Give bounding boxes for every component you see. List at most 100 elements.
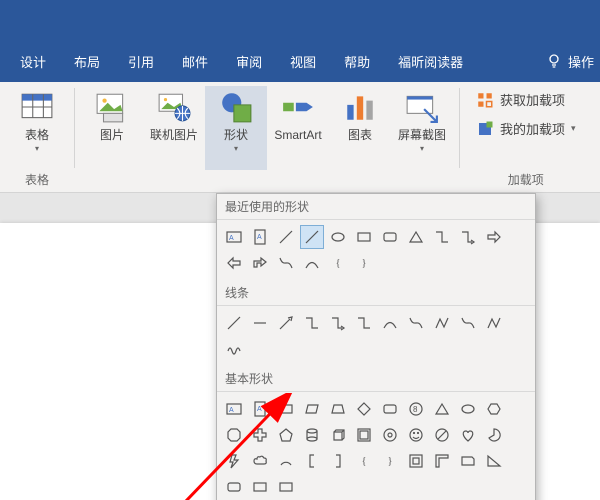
shape-rect[interactable] (248, 475, 272, 499)
shape-rect[interactable] (274, 475, 298, 499)
shape-cloud[interactable] (248, 449, 272, 473)
shape-lbracket[interactable] (300, 449, 324, 473)
shape-elbow[interactable] (300, 311, 324, 335)
tab-foxit[interactable]: 福昕阅读器 (384, 40, 477, 82)
tab-label: 审阅 (236, 52, 262, 71)
shape-curve[interactable] (378, 311, 402, 335)
shape-rbrace[interactable]: } (378, 449, 402, 473)
group-illustrations: 图片 联机图片 形状 ▾ SmartArt 图表 (75, 82, 459, 192)
shapes-icon (219, 90, 253, 124)
table-button[interactable]: 表格 ▾ (6, 86, 68, 170)
window-titlebar (0, 0, 600, 40)
shape-rect[interactable] (274, 397, 298, 421)
shape-trap[interactable] (326, 397, 350, 421)
shape-elbow[interactable] (430, 225, 454, 249)
shape-curve2[interactable] (274, 251, 298, 275)
tab-references[interactable]: 引用 (114, 40, 168, 82)
shape-lineH[interactable] (248, 311, 272, 335)
shape-curve2[interactable] (456, 311, 480, 335)
shape-triangle[interactable] (430, 397, 454, 421)
shape-elbowarr[interactable] (456, 225, 480, 249)
shape-roundrect[interactable] (378, 397, 402, 421)
shape-bevel[interactable] (352, 423, 376, 447)
shape-scribble[interactable] (222, 337, 246, 361)
shape-rbracket[interactable] (326, 449, 350, 473)
tab-mailings[interactable]: 邮件 (168, 40, 222, 82)
shape-diamond[interactable] (352, 397, 376, 421)
picture-button[interactable]: 图片 (81, 86, 143, 170)
shape-ellipse[interactable] (326, 225, 350, 249)
shape-plus[interactable] (248, 423, 272, 447)
shape-barrowR[interactable] (482, 225, 506, 249)
tell-me-label: 操作 (568, 52, 594, 71)
shape-snip1[interactable] (456, 449, 480, 473)
screenshot-button[interactable]: 屏幕截图 ▾ (391, 86, 453, 170)
shape-lframe[interactable] (430, 449, 454, 473)
shape-smiley[interactable] (404, 423, 428, 447)
shape-textboxv[interactable]: A (248, 225, 272, 249)
tab-label: 邮件 (182, 52, 208, 71)
shape-frame[interactable] (404, 449, 428, 473)
shape-roundrect[interactable] (222, 475, 246, 499)
tab-view[interactable]: 视图 (276, 40, 330, 82)
table-icon (20, 90, 54, 124)
svg-text:A: A (257, 406, 262, 413)
tell-me-area[interactable]: 操作 (546, 52, 594, 71)
shape-lbrace[interactable]: { (352, 449, 376, 473)
shape-cube[interactable] (326, 423, 350, 447)
picture-icon (95, 90, 129, 124)
tab-help[interactable]: 帮助 (330, 40, 384, 82)
chart-icon (343, 90, 377, 124)
shape-barrowL[interactable] (222, 251, 246, 275)
shape-rbrace[interactable]: } (352, 251, 376, 275)
smartart-button[interactable]: SmartArt (267, 86, 329, 170)
button-label: 图表 (348, 128, 372, 142)
shape-circ8[interactable]: 8 (404, 397, 428, 421)
shape-heart[interactable] (456, 423, 480, 447)
shape-freeform[interactable] (430, 311, 454, 335)
shape-arrow[interactable] (274, 311, 298, 335)
shape-rect[interactable] (352, 225, 376, 249)
online-picture-button[interactable]: 联机图片 (143, 86, 205, 170)
shape-textboxv[interactable]: A (248, 397, 272, 421)
shapes-button[interactable]: 形状 ▾ (205, 86, 267, 170)
shape-freeform[interactable] (482, 311, 506, 335)
shape-can[interactable] (300, 423, 324, 447)
shape-hex[interactable] (482, 397, 506, 421)
button-label: 形状 (224, 128, 248, 142)
my-addins-icon (476, 120, 494, 138)
shape-line[interactable] (274, 225, 298, 249)
shape-pent[interactable] (274, 423, 298, 447)
group-table: 表格 ▾ 表格 (0, 82, 74, 192)
shape-elbow[interactable] (352, 311, 376, 335)
shape-triangle[interactable] (404, 225, 428, 249)
button-label: 联机图片 (150, 128, 198, 142)
shape-textbox[interactable]: A (222, 225, 246, 249)
shape-para[interactable] (300, 397, 324, 421)
get-addins-button[interactable]: 获取加载项 (476, 90, 576, 109)
shape-textbox[interactable]: A (222, 397, 246, 421)
section-lines: 线条 (217, 280, 535, 306)
shape-lbrace[interactable]: { (326, 251, 350, 275)
shape-line[interactable] (300, 225, 324, 249)
shape-arc[interactable] (274, 449, 298, 473)
shape-donut[interactable] (378, 423, 402, 447)
my-addins-button[interactable]: 我的加载项 ▾ (476, 119, 576, 138)
shape-bolt[interactable] (222, 449, 246, 473)
tab-design[interactable]: 设计 (6, 40, 60, 82)
shape-noentry[interactable] (430, 423, 454, 447)
shape-rtri[interactable] (482, 449, 506, 473)
shape-curve2[interactable] (404, 311, 428, 335)
button-label: SmartArt (274, 128, 321, 142)
shape-curve[interactable] (300, 251, 324, 275)
shape-roundrect[interactable] (378, 225, 402, 249)
shape-line[interactable] (222, 311, 246, 335)
shape-ellipse[interactable] (456, 397, 480, 421)
chart-button[interactable]: 图表 (329, 86, 391, 170)
shape-bentarr[interactable] (248, 251, 272, 275)
shape-elbowarr[interactable] (326, 311, 350, 335)
shape-pie[interactable] (482, 423, 506, 447)
tab-layout[interactable]: 布局 (60, 40, 114, 82)
tab-review[interactable]: 审阅 (222, 40, 276, 82)
shape-oct[interactable] (222, 423, 246, 447)
